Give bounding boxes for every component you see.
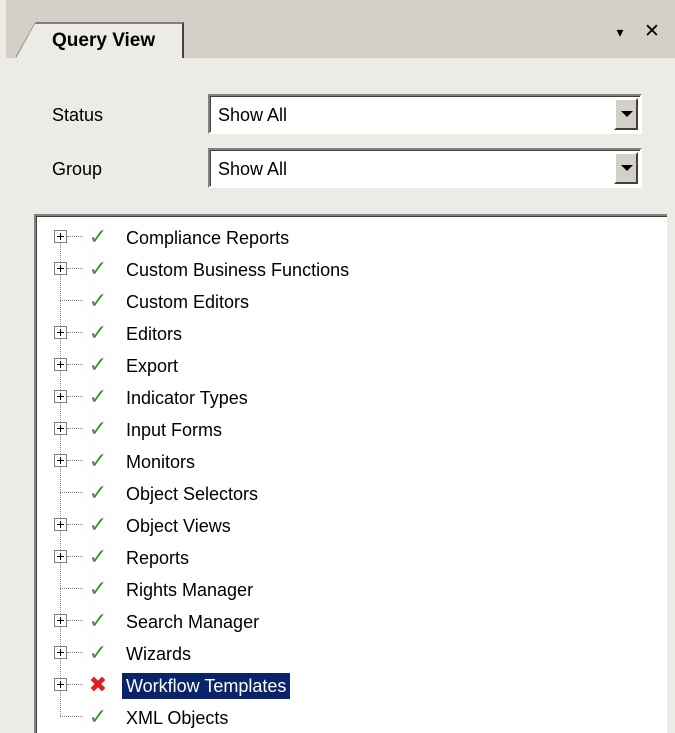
expand-plus-icon[interactable] [54,358,67,371]
group-select[interactable]: Show All [208,148,642,188]
tree-item-label[interactable]: Monitors [122,449,199,475]
tree-branch-line [67,364,83,366]
tree-item[interactable]: ✓ Input Forms [36,414,636,446]
check-icon: ✓ [88,576,108,601]
tree-item-label[interactable]: Wizards [122,641,195,667]
check-icon: ✓ [88,640,108,665]
tree-branch-line [67,236,83,238]
expand-plus-icon[interactable] [54,262,67,275]
expand-plus-icon[interactable] [54,390,67,403]
tree-item-label[interactable]: Export [122,353,182,379]
tree-item-label[interactable]: Editors [122,321,186,347]
tree-item[interactable]: ✓ Reports [36,542,636,574]
expand-plus-icon[interactable] [54,326,67,339]
tree-item-label[interactable]: Compliance Reports [122,225,293,251]
check-icon: ✓ [88,224,108,249]
expand-plus-icon[interactable] [54,646,67,659]
check-icon: ✓ [88,544,108,569]
status-label: Status [52,105,104,125]
tree-item-label[interactable]: Indicator Types [122,385,252,411]
tree-branch-line [60,492,83,494]
tree-branch-line [67,556,83,558]
panel-edge [667,58,675,733]
tree-item-label[interactable]: XML Objects [122,705,232,731]
tree-branch-line [67,428,83,430]
tree-branch-line [60,300,83,302]
tab-strip: Query View ▾ ✕ [0,0,675,58]
tree-branch-line [67,524,83,526]
tree-item[interactable]: ✓ Monitors [36,446,636,478]
expand-plus-icon[interactable] [54,422,67,435]
check-icon: ✓ [88,480,108,505]
tree-item-label[interactable]: Reports [122,545,193,571]
group-select-value: Show All [218,159,288,179]
tree-item-label[interactable]: Custom Editors [122,289,253,315]
expand-plus-icon[interactable] [54,550,67,563]
tree-item[interactable]: ✓ Editors [36,318,636,350]
chevron-down-icon[interactable]: ▾ [608,20,632,44]
tree-item-label[interactable]: Search Manager [122,609,263,635]
expand-plus-icon[interactable] [54,614,67,627]
tree-item[interactable]: ✓ Search Manager [36,606,636,638]
status-select-value: Show All [218,105,288,125]
expand-plus-icon[interactable] [54,230,67,243]
tree-item[interactable]: ✓ Object Selectors [36,478,636,510]
tree-item[interactable]: ✓ Custom Business Functions [36,254,636,286]
query-tree[interactable]: ✓ Compliance Reports ✓ Custom Business Func… [34,214,675,733]
tree-branch-line [60,588,83,590]
tree-item-label[interactable]: Custom Business Functions [122,257,353,283]
check-icon: ✓ [88,416,108,441]
check-icon: ✓ [88,384,108,409]
close-icon[interactable]: ✕ [640,20,664,44]
check-icon: ✓ [88,512,108,537]
tree-item-label[interactable]: Object Views [122,513,235,539]
tree-branch-line [67,620,83,622]
check-icon: ✓ [88,608,108,633]
check-icon: ✓ [88,288,108,313]
expand-plus-icon[interactable] [54,518,67,531]
tree-item-label[interactable]: Object Selectors [122,481,262,507]
query-view-panel: Status Show All Group Show All ✓ Complian… [0,58,675,733]
expand-plus-icon[interactable] [54,454,67,467]
check-icon: ✓ [88,320,108,345]
group-label: Group [52,159,103,179]
tree-item[interactable]: ✓ Object Views [36,510,636,542]
tree-branch-line [67,652,83,654]
expand-plus-icon[interactable] [54,678,67,691]
check-icon: ✓ [88,448,108,473]
tree-branch-line [67,684,83,686]
check-icon: ✓ [88,352,108,377]
check-icon: ✓ [88,704,108,729]
tree-branch-line [67,268,83,270]
tree-branch-line [60,716,83,718]
tree-item[interactable]: ✓ Compliance Reports [36,222,636,254]
tree-item[interactable]: ✓ Rights Manager [36,574,636,606]
tree-item[interactable]: ✓ Export [36,350,636,382]
tree-item-label[interactable]: Rights Manager [122,577,257,603]
tree-branch-line [67,396,83,398]
error-x-icon: ✖ [88,672,108,697]
status-select[interactable]: Show All [208,94,642,134]
tab-title[interactable]: Query View [52,30,155,52]
tree-item[interactable]: ✓ Indicator Types [36,382,636,414]
tree-branch-line [67,460,83,462]
group-dropdown-button[interactable] [614,152,638,184]
tree-item[interactable]: ✓ Custom Editors [36,286,636,318]
tree-item[interactable]: ✖ Workflow Templates [36,670,636,702]
tree-item-label[interactable]: Input Forms [122,417,226,443]
check-icon: ✓ [88,256,108,281]
tree-item[interactable]: ✓ XML Objects [36,702,636,733]
tree-item[interactable]: ✓ Wizards [36,638,636,670]
tree-item-label[interactable]: Workflow Templates [122,673,291,699]
tree-branch-line [67,332,83,334]
status-dropdown-button[interactable] [614,98,638,130]
